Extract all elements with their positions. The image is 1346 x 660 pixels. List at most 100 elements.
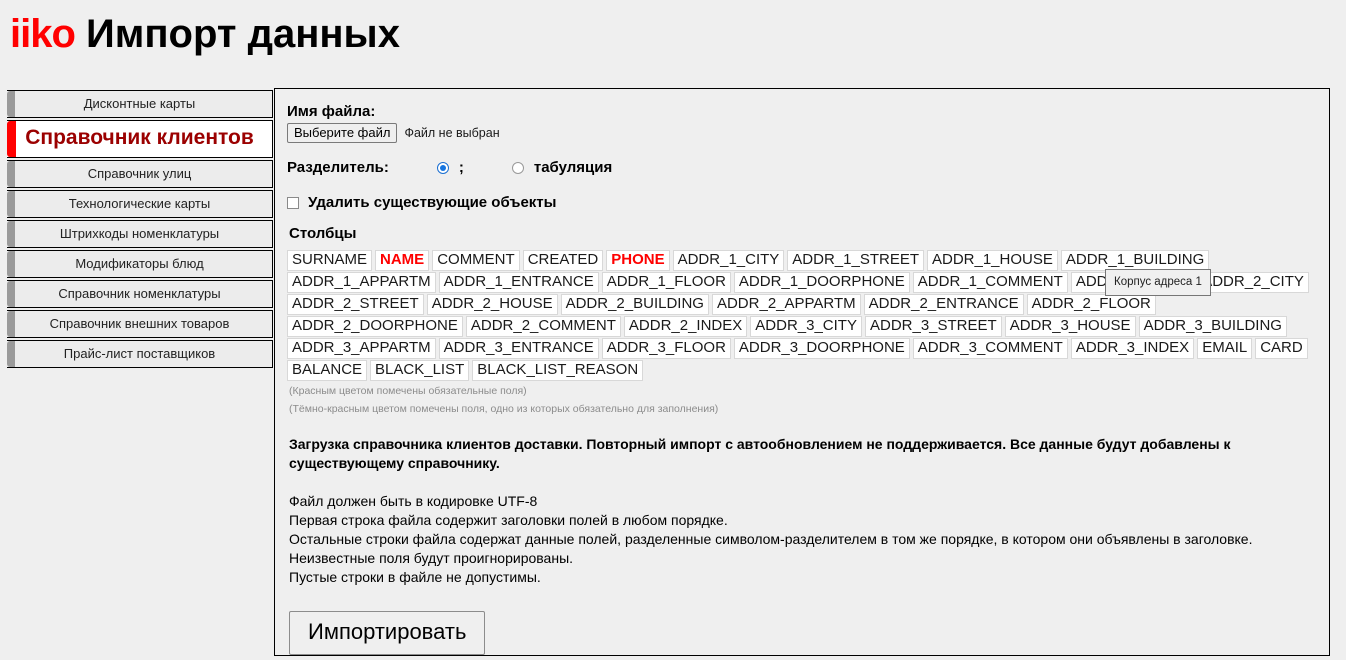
column-tag[interactable]: ADDR_1_BUILDING [1060, 250, 1210, 271]
instruction-line: Файл должен быть в кодировке UTF-8 [289, 493, 538, 509]
sidebar-item-7[interactable]: Справочник внешних товаров [7, 310, 273, 338]
sidebar-item-accent-bar [7, 221, 15, 247]
column-tag[interactable]: BLACK_LIST_REASON [472, 360, 644, 381]
column-tooltip: Корпус адреса 1 [1105, 269, 1211, 296]
columns-list: SURNAME NAME COMMENT CREATED PHONE ADDR_1_CIT… [287, 250, 1317, 382]
sidebar: Дисконтные карты Справочник клиентов Справ… [7, 90, 273, 370]
separator-row: Разделитель: ; табуляция [287, 159, 1317, 176]
column-tag[interactable]: ADDR_3_BUILDING [1138, 316, 1287, 337]
column-tag[interactable]: ADDR_2_DOORPHONE [287, 316, 463, 337]
column-tag[interactable]: ADDR_2_BUILDING [560, 294, 709, 315]
sidebar-item-5[interactable]: Модификаторы блюд [7, 250, 273, 278]
choose-file-button[interactable]: Выберите файл [287, 123, 398, 143]
instruction-line: Первая строка файла содержит заголовки п… [289, 512, 728, 528]
sidebar-item-label: Штрихкоды номенклатуры [59, 226, 220, 241]
column-tag[interactable]: CREATED [522, 250, 604, 271]
sidebar-item-accent-bar [7, 191, 15, 217]
column-tag[interactable]: ADDR_3_FLOOR [601, 338, 731, 359]
sidebar-item-0[interactable]: Дисконтные карты [7, 90, 273, 118]
column-tag[interactable]: ADDR_1_ENTRANCE [438, 272, 599, 293]
sidebar-item-label: Справочник номенклатуры [58, 286, 221, 301]
column-tag[interactable]: ADDR_3_CITY [750, 316, 862, 337]
sidebar-item-accent-bar [7, 251, 15, 277]
import-description: Загрузка справочника клиентов доставки. … [289, 436, 1231, 471]
column-tag[interactable]: BALANCE [287, 360, 368, 381]
column-tag[interactable]: ADDR_1_DOORPHONE [733, 272, 910, 293]
file-status-text: Файл не выбран [404, 126, 500, 140]
column-tag[interactable]: ADDR_2_CITY [1197, 272, 1309, 293]
column-tag[interactable]: ADDR_2_ENTRANCE [863, 294, 1024, 315]
sidebar-item-label: Справочник внешних товаров [49, 316, 230, 331]
separator-label: Разделитель: [287, 159, 389, 176]
column-tag[interactable]: BLACK_LIST [370, 360, 470, 381]
column-tag[interactable]: ADDR_3_STREET [864, 316, 1002, 337]
column-tag[interactable]: ADDR_2_APPARTM [711, 294, 861, 315]
column-tag[interactable]: ADDR_2_INDEX [623, 316, 748, 337]
radio-tab-icon[interactable] [511, 161, 524, 174]
column-tag[interactable]: ADDR_3_APPARTM [287, 338, 436, 359]
column-tag[interactable]: ADDR_1_STREET [787, 250, 924, 271]
column-tag[interactable]: ADDR_3_COMMENT [912, 338, 1068, 359]
column-tag[interactable]: PHONE [606, 250, 670, 271]
radio-semicolon-icon[interactable] [436, 161, 449, 174]
page-header: iiko Импорт данных [10, 8, 400, 60]
column-tag[interactable]: ADDR_1_HOUSE [927, 250, 1058, 271]
sidebar-item-accent-bar [7, 311, 15, 337]
sidebar-item-label: Справочник улиц [87, 166, 192, 181]
sidebar-item-3[interactable]: Технологические карты [7, 190, 273, 218]
sidebar-item-label: Справочник клиентов [25, 126, 254, 149]
instruction-line: Пустые строки в файле не допустимы. [289, 569, 541, 585]
file-input-row: Выберите файл Файл не выбран [287, 123, 1317, 143]
import-data-page: iiko Импорт данных Дисконтные карты Справ… [0, 0, 1346, 660]
column-tag[interactable]: ADDR_1_FLOOR [601, 272, 731, 293]
sidebar-item-1[interactable]: Справочник клиентов [7, 120, 273, 158]
sidebar-item-2[interactable]: Справочник улиц [7, 160, 273, 188]
column-tag[interactable]: ADDR_2_COMMENT [465, 316, 621, 337]
sidebar-item-accent-bar [7, 341, 15, 367]
instruction-line: Остальные строки файла содержат данные п… [289, 531, 1253, 547]
delete-existing-checkbox[interactable] [287, 196, 299, 209]
file-name-label: Имя файла: [287, 103, 376, 120]
column-tag[interactable]: ADDR_2_FLOOR [1026, 294, 1156, 315]
column-tag[interactable]: ADDR_1_COMMENT [912, 272, 1068, 293]
separator-option-semicolon[interactable]: ; [436, 159, 464, 176]
separator-option-semicolon-label: ; [458, 159, 464, 176]
column-tag[interactable]: NAME [375, 250, 430, 271]
delete-existing-label: Удалить существующие объекты [308, 194, 557, 211]
column-tag[interactable]: ADDR_1_CITY [672, 250, 785, 271]
import-form-panel: Имя файла: Выберите файл Файл не выбран … [274, 88, 1330, 656]
sidebar-item-label: Модификаторы блюд [75, 256, 204, 271]
import-button[interactable]: Импортировать [289, 611, 486, 655]
column-tag[interactable]: EMAIL [1197, 338, 1253, 359]
sidebar-item-accent-bar [7, 281, 15, 307]
column-tag[interactable]: ADDR_2_HOUSE [426, 294, 558, 315]
column-tag[interactable]: ADDR_3_DOORPHONE [733, 338, 910, 359]
import-instructions: Файл должен быть в кодировке UTF-8 Первая… [289, 492, 1309, 587]
column-tag[interactable]: ADDR_3_HOUSE [1004, 316, 1136, 337]
sidebar-item-4[interactable]: Штрихкоды номенклатуры [7, 220, 273, 248]
column-tag[interactable]: CARD [1255, 338, 1308, 359]
delete-existing-row[interactable]: Удалить существующие объекты [287, 194, 1317, 211]
separator-option-tab[interactable]: табуляция [511, 159, 613, 176]
sidebar-item-accent-bar [7, 121, 16, 157]
columns-title: Столбцы [289, 225, 357, 242]
column-tag[interactable]: ADDR_3_INDEX [1070, 338, 1195, 359]
sidebar-item-label: Технологические карты [68, 196, 211, 211]
instruction-line: Неизвестные поля будут проигнорированы. [289, 550, 574, 566]
sidebar-item-8[interactable]: Прайс-лист поставщиков [7, 340, 273, 368]
note-one-of-required-fields: (Тёмно-красным цветом помечены поля, одн… [289, 403, 719, 415]
column-tag[interactable]: ADDR_1_APPARTM [287, 272, 436, 293]
column-tag[interactable]: SURNAME [287, 250, 373, 271]
sidebar-item-label: Дисконтные карты [83, 96, 196, 111]
column-tag[interactable]: COMMENT [432, 250, 520, 271]
sidebar-item-accent-bar [7, 91, 15, 117]
sidebar-item-6[interactable]: Справочник номенклатуры [7, 280, 273, 308]
separator-option-tab-label: табуляция [533, 159, 613, 176]
note-required-fields: (Красным цветом помечены обязательные по… [289, 385, 527, 397]
iiko-logo: iiko [10, 12, 76, 56]
column-tag[interactable]: ADDR_2_STREET [287, 294, 424, 315]
sidebar-item-accent-bar [7, 161, 15, 187]
sidebar-item-label: Прайс-лист поставщиков [63, 346, 216, 361]
page-title: Импорт данных [86, 12, 400, 56]
column-tag[interactable]: ADDR_3_ENTRANCE [438, 338, 599, 359]
